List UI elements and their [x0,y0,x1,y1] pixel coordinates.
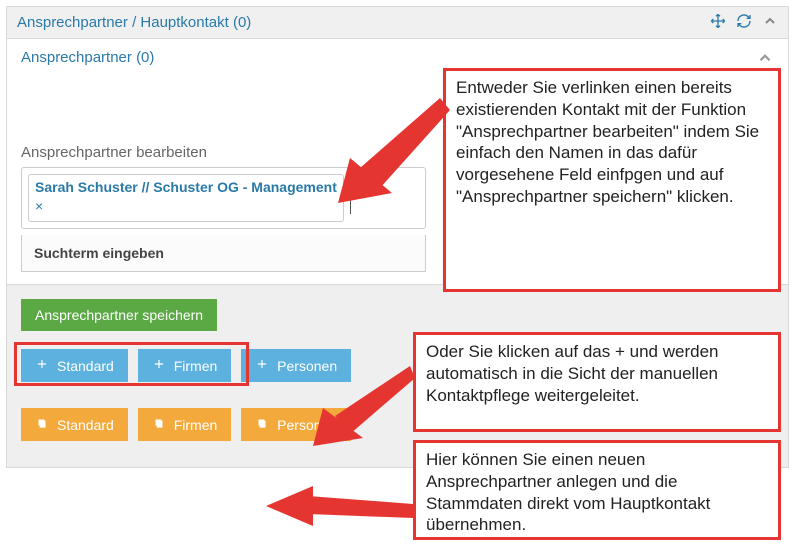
move-icon[interactable] [710,13,726,32]
copy-standard-label: Standard [57,417,114,433]
save-button[interactable]: Ansprechpartner speichern [21,299,217,331]
panel-title: Ansprechpartner / Hauptkontakt (0) [17,14,251,31]
save-button-label: Ansprechpartner speichern [35,307,203,323]
annotation-box-1: Entweder Sie verlinken einen bereits exi… [443,68,781,292]
tag-remove-icon[interactable]: × [35,198,337,215]
contact-tag-text: Sarah Schuster // Schuster OG - Manageme… [35,179,337,195]
annotation-text-3: Hier können Sie einen neuen Ansprechpart… [426,450,710,534]
search-term-row[interactable]: Suchterm eingeben [21,235,426,272]
annotation-box-3: Hier können Sie einen neuen Ansprechpart… [413,440,781,540]
add-firmen-label: Firmen [174,358,218,374]
copy-icon [152,416,166,433]
copy-firmen-button[interactable]: Firmen [138,408,232,441]
annotation-text-2: Oder Sie klicken auf das + und werden au… [426,342,718,405]
copy-icon [255,416,269,433]
collapse-icon[interactable] [756,49,774,70]
panel-header: Ansprechpartner / Hauptkontakt (0) [7,7,788,39]
add-standard-label: Standard [57,358,114,374]
annotation-box-2: Oder Sie klicken auf das + und werden au… [413,332,781,432]
chevron-up-icon[interactable] [762,13,778,32]
plus-icon [35,357,49,374]
copy-standard-button[interactable]: Standard [21,408,128,441]
arrow-1 [300,98,450,208]
add-standard-button[interactable]: Standard [21,349,128,382]
contact-tag[interactable]: Sarah Schuster // Schuster OG - Manageme… [28,174,344,222]
plus-icon [255,357,269,374]
annotation-text-1: Entweder Sie verlinken einen bereits exi… [456,78,759,206]
copy-firmen-label: Firmen [174,417,218,433]
arrow-2 [275,366,420,446]
header-icons [710,13,778,32]
copy-icon [35,416,49,433]
sub-title[interactable]: Ansprechpartner (0) [21,49,154,66]
plus-icon [152,357,166,374]
refresh-icon[interactable] [736,13,752,32]
arrow-3 [258,484,418,539]
add-firmen-button[interactable]: Firmen [138,349,232,382]
